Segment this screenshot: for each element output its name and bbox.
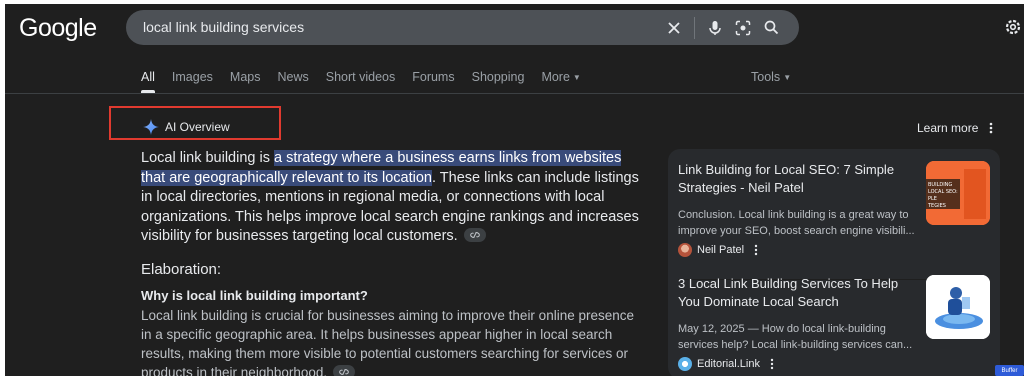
- tab-more[interactable]: More ▼: [541, 70, 580, 94]
- source-title[interactable]: Link Building for Local SEO: 7 Simple St…: [678, 161, 918, 197]
- editorial-link-favicon: [678, 357, 692, 371]
- source-card[interactable]: 3 Local Link Building Services To Help Y…: [678, 275, 990, 376]
- caret-down-icon: ▼: [783, 73, 792, 82]
- ai-overview-label: AI Overview: [165, 120, 230, 134]
- elaboration-heading: Elaboration:: [141, 261, 222, 278]
- tab-shopping[interactable]: Shopping: [472, 70, 525, 94]
- svg-text:PLE: PLE: [928, 196, 937, 202]
- source-card[interactable]: Link Building for Local SEO: 7 Simple St…: [678, 161, 990, 280]
- tools-label: Tools: [751, 70, 781, 84]
- search-tabs: All Images Maps News Short videos Forums…: [141, 70, 598, 100]
- ai-overview-heading: AI Overview: [143, 119, 230, 135]
- source-site[interactable]: Editorial.Link: [678, 357, 774, 371]
- thumbnail-graphic: [926, 275, 990, 339]
- subsection-body: Local link building is crucial for busin…: [141, 308, 635, 376]
- subsection-heading: Why is local link building important?: [141, 288, 368, 303]
- search-input[interactable]: local link building services: [126, 10, 799, 45]
- source-link-icon[interactable]: [332, 365, 355, 376]
- sources-panel: Link Building for Local SEO: 7 Simple St…: [668, 149, 1000, 376]
- more-options-icon[interactable]: [770, 358, 774, 370]
- source-thumbnail[interactable]: [926, 275, 990, 339]
- svg-text:TEGIES: TEGIES: [927, 203, 946, 209]
- subsection-text: Local link building is crucial for busin…: [141, 306, 641, 376]
- tab-news[interactable]: News: [277, 70, 308, 94]
- neil-patel-favicon: [678, 243, 692, 257]
- source-link-icon[interactable]: [463, 228, 486, 243]
- tab-forums[interactable]: Forums: [412, 70, 454, 94]
- caret-down-icon: ▼: [572, 73, 581, 82]
- ai-overview-summary: Local link building is a strategy where …: [141, 149, 641, 247]
- source-snippet: Conclusion. Local link building is a gre…: [678, 209, 915, 237]
- source-snippet: May 12, 2025 — How do local link-buildin…: [678, 323, 913, 351]
- tab-short-videos[interactable]: Short videos: [326, 70, 395, 94]
- close-icon[interactable]: [660, 14, 688, 42]
- sparkle-icon: [143, 119, 159, 135]
- search-query-text[interactable]: local link building services: [143, 19, 304, 35]
- buffer-badge[interactable]: Buffer: [995, 365, 1024, 376]
- svg-text:BUILDING: BUILDING: [928, 182, 952, 188]
- source-title[interactable]: 3 Local Link Building Services To Help Y…: [678, 275, 918, 311]
- search-results-page: Google local link building services All …: [5, 4, 1024, 376]
- summary-intro: Local link building is: [141, 150, 274, 166]
- search-divider: [694, 16, 695, 39]
- settings-icon[interactable]: [1004, 18, 1024, 38]
- source-site[interactable]: Neil Patel: [678, 243, 758, 257]
- google-logo[interactable]: Google: [19, 14, 97, 43]
- mic-icon[interactable]: [701, 14, 729, 42]
- tab-images[interactable]: Images: [172, 70, 213, 94]
- thumbnail-graphic: BUILDING LOCAL SEO: PLE TEGIES: [926, 161, 990, 225]
- learn-more-link[interactable]: Learn more: [917, 121, 978, 135]
- source-site-name: Neil Patel: [697, 244, 745, 256]
- tab-maps[interactable]: Maps: [230, 70, 261, 94]
- tools-button[interactable]: Tools ▼: [751, 70, 791, 84]
- svg-text:LOCAL SEO:: LOCAL SEO:: [928, 189, 958, 195]
- tab-all[interactable]: All: [141, 70, 155, 94]
- more-options-icon[interactable]: [989, 121, 999, 135]
- search-icon[interactable]: [757, 14, 785, 42]
- tab-more-label: More: [541, 70, 570, 84]
- lens-icon[interactable]: [729, 14, 757, 42]
- source-thumbnail[interactable]: BUILDING LOCAL SEO: PLE TEGIES: [926, 161, 990, 225]
- more-options-icon[interactable]: [754, 244, 758, 256]
- source-site-name: Editorial.Link: [697, 358, 760, 370]
- header-divider: [5, 93, 1024, 94]
- search-actions: [660, 10, 785, 45]
